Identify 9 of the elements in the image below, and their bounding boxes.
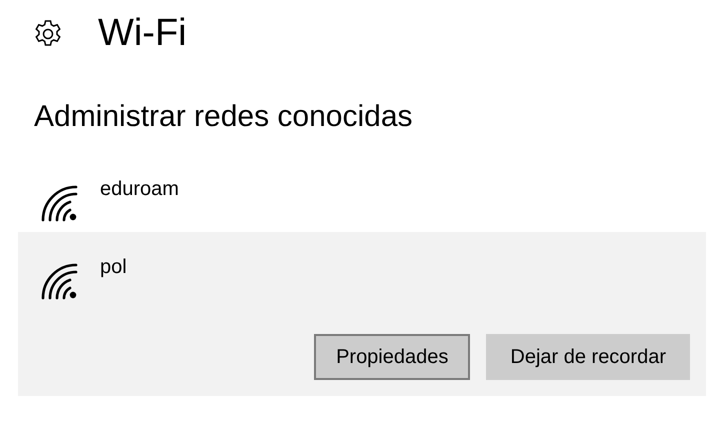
wifi-icon [40, 262, 78, 300]
network-name: eduroam [100, 177, 179, 202]
wifi-icon [40, 184, 78, 222]
network-item-selected[interactable]: pol Propiedades Dejar de recordar [18, 232, 706, 396]
network-name: pol [100, 255, 127, 280]
action-button[interactable]: Propiedades [314, 334, 470, 380]
page-title: Wi-Fi [98, 14, 187, 52]
action-button[interactable]: Dejar de recordar [486, 334, 690, 380]
section-title: Administrar redes conocidas [34, 102, 414, 132]
